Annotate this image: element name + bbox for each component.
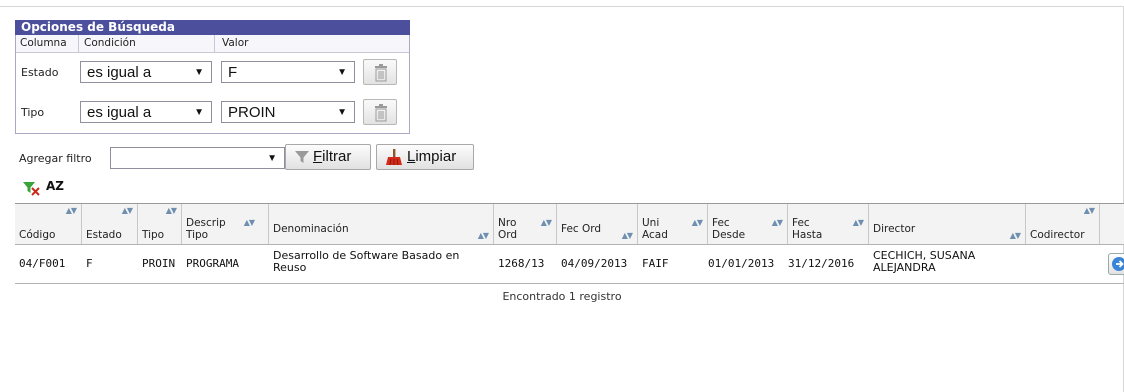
value-tipo: PROIN xyxy=(228,104,276,121)
sort-arrows-icon: ▲▼ xyxy=(691,218,703,227)
col-header-nro-ord[interactable]: ▲▼ Nro Ord xyxy=(494,204,557,244)
col-header-codigo[interactable]: ▲▼ Código xyxy=(15,204,82,244)
sort-az-label: AZ xyxy=(46,179,64,193)
broom-icon xyxy=(386,149,402,166)
value-estado: F xyxy=(228,64,238,81)
sort-arrows-icon: ▲▼ xyxy=(852,218,864,227)
results-grid: ▲▼ Código ▲▼ Estado ▲▼ Tipo ▲▼ Descrip Ti… xyxy=(15,203,1124,284)
col-header-fec-hasta[interactable]: ▲▼ Fec Hasta xyxy=(788,204,869,244)
trash-icon xyxy=(375,64,387,82)
table-row[interactable]: 04/F001 F PROIN PROGRAMA Desarrollo de S… xyxy=(15,245,1124,284)
header-divider xyxy=(78,35,79,52)
grid-header: ▲▼ Código ▲▼ Estado ▲▼ Tipo ▲▼ Descrip Ti… xyxy=(15,204,1124,245)
condition-select-estado[interactable]: es igual a ▼ xyxy=(80,61,212,83)
filter-label-tipo: Tipo xyxy=(21,106,45,119)
sort-arrows-icon: ▲▼ xyxy=(243,218,255,227)
cell-fec-desde: 01/01/2013 xyxy=(708,257,775,270)
header-divider xyxy=(214,35,215,52)
column-header-valor: Valor xyxy=(222,37,249,49)
delete-filter-button-tipo[interactable] xyxy=(363,99,397,125)
filter-table: Columna Condición Valor Estado es igual … xyxy=(15,35,410,134)
chevron-down-icon: ▼ xyxy=(194,107,204,118)
column-header-columna: Columna xyxy=(20,37,67,49)
col-header-estado-label: Estado xyxy=(86,229,122,241)
filter-row-estado: Estado es igual a ▼ F ▼ xyxy=(16,53,409,93)
chevron-down-icon: ▼ xyxy=(337,67,347,78)
col-header-codigo-label: Código xyxy=(19,229,56,241)
results-count: Encontrado 1 registro xyxy=(502,290,622,303)
cell-director: CECHICH, SUSANA ALEJANDRA xyxy=(873,249,976,274)
col-header-estado[interactable]: ▲▼ Estado xyxy=(82,204,138,244)
cell-fec-ord: 04/09/2013 xyxy=(561,257,628,270)
open-record-button[interactable] xyxy=(1108,253,1124,275)
sort-arrows-icon: ▲▼ xyxy=(1083,206,1095,215)
sort-arrows-icon: ▲▼ xyxy=(1009,231,1021,240)
cell-tipo: PROIN xyxy=(142,257,176,270)
delete-filter-button-estado[interactable] xyxy=(363,59,397,85)
limpiar-button[interactable]: Limpiar xyxy=(376,144,474,170)
filter-label-estado: Estado xyxy=(21,66,59,79)
col-header-director[interactable]: ▲▼ Director xyxy=(869,204,1026,244)
filtrar-label: Filtrar xyxy=(313,148,352,165)
sort-arrows-icon: ▲▼ xyxy=(540,218,552,227)
col-header-codirector-label: Codirector xyxy=(1030,229,1085,241)
clear-filter-icon[interactable] xyxy=(22,180,40,196)
col-header-descrip-tipo[interactable]: ▲▼ Descrip Tipo xyxy=(182,204,269,244)
col-header-fec-hasta-label: Fec Hasta xyxy=(792,217,823,241)
limpiar-label: Limpiar xyxy=(407,148,457,165)
value-select-estado[interactable]: F ▼ xyxy=(221,61,355,83)
sort-arrows-icon: ▲▼ xyxy=(771,218,783,227)
col-header-descrip-tipo-label: Descrip Tipo xyxy=(186,217,226,241)
funnel-icon xyxy=(295,151,309,163)
col-header-denominacion-label: Denominación xyxy=(273,223,349,235)
column-header-condicion: Condición xyxy=(84,37,136,49)
condition-select-tipo[interactable]: es igual a ▼ xyxy=(80,101,212,123)
agregar-filtro-label: Agregar filtro xyxy=(19,152,92,165)
cell-codirector xyxy=(1026,245,1100,283)
col-header-denominacion[interactable]: ▲▼ Denominación xyxy=(269,204,494,244)
cell-uni-acad: FAIF xyxy=(642,257,669,270)
sort-arrows-icon: ▲▼ xyxy=(165,206,177,215)
search-options-panel: Opciones de Búsqueda Columna Condición V… xyxy=(15,20,410,134)
chevron-down-icon: ▼ xyxy=(267,153,277,164)
search-options-title: Opciones de Búsqueda xyxy=(15,20,410,35)
col-header-nro-ord-label: Nro Ord xyxy=(498,217,518,241)
cell-estado: F xyxy=(86,257,93,270)
chevron-down-icon: ▼ xyxy=(337,107,347,118)
filtrar-button[interactable]: Filtrar xyxy=(285,144,371,170)
arrow-right-circle-icon xyxy=(1112,257,1124,271)
col-header-fec-desde[interactable]: ▲▼ Fec Desde xyxy=(708,204,788,244)
col-header-codirector[interactable]: ▲▼ Codirector xyxy=(1026,204,1100,244)
sort-arrows-icon: ▲▼ xyxy=(121,206,133,215)
trash-icon xyxy=(375,104,387,122)
sort-arrows-icon: ▲▼ xyxy=(477,231,489,240)
condition-value-tipo: es igual a xyxy=(87,104,152,121)
agregar-filtro-select[interactable]: ▼ xyxy=(110,147,285,169)
col-header-fec-ord[interactable]: ▲▼ Fec Ord xyxy=(557,204,638,244)
col-header-uni-acad-label: Uni Acad xyxy=(642,217,668,241)
cell-nro-ord: 1268/13 xyxy=(498,257,545,270)
condition-value-estado: es igual a xyxy=(87,64,152,81)
col-header-fec-ord-label: Fec Ord xyxy=(561,223,602,235)
filter-row-tipo: Tipo es igual a ▼ PROIN ▼ xyxy=(16,93,409,133)
cell-codigo: 04/F001 xyxy=(19,257,66,270)
col-header-director-label: Director xyxy=(873,223,916,235)
cell-denominacion: Desarrollo de Software Basado en Reuso xyxy=(273,249,460,274)
cell-fec-hasta: 31/12/2016 xyxy=(788,257,855,270)
value-select-tipo[interactable]: PROIN ▼ xyxy=(221,101,355,123)
cell-descrip-tipo: PROGRAMA xyxy=(186,257,239,270)
col-header-tipo-label: Tipo xyxy=(142,229,165,241)
sort-arrows-icon: ▲▼ xyxy=(65,206,77,215)
sort-az-icon[interactable]: AZ xyxy=(46,179,64,193)
filter-table-header: Columna Condición Valor xyxy=(16,35,409,53)
col-header-uni-acad[interactable]: ▲▼ Uni Acad xyxy=(638,204,708,244)
col-header-fec-desde-label: Fec Desde xyxy=(712,217,746,241)
chevron-down-icon: ▼ xyxy=(194,67,204,78)
col-header-tipo[interactable]: ▲▼ Tipo xyxy=(138,204,182,244)
top-divider xyxy=(0,6,1124,7)
sort-arrows-icon: ▲▼ xyxy=(621,231,633,240)
